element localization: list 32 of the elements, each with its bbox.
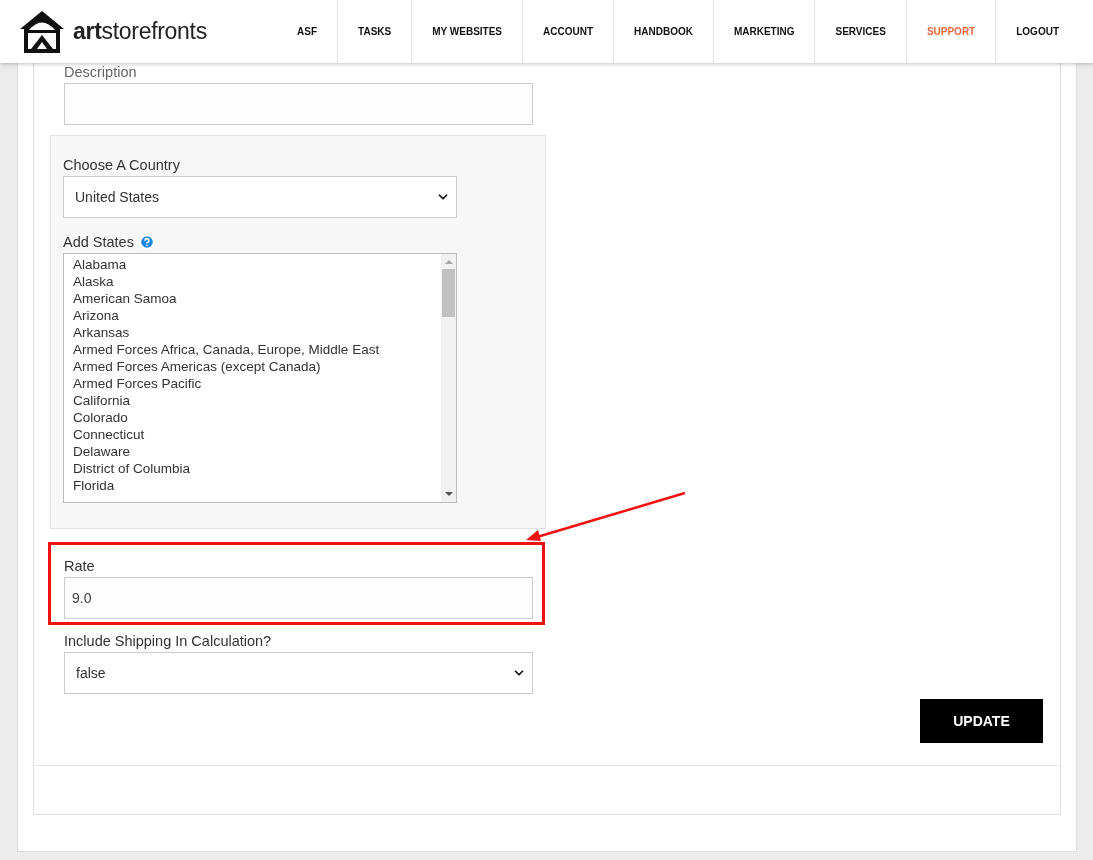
field-label: Include Shipping In Calculation?: [64, 633, 272, 649]
state-option[interactable]: Armed Forces Pacific: [73, 375, 441, 392]
description-field[interactable]: [64, 83, 533, 125]
rate-field[interactable]: 9.0: [64, 577, 533, 619]
state-option[interactable]: Armed Forces Americas (except Canada): [73, 358, 441, 375]
states-listbox[interactable]: [63, 253, 457, 503]
field-label: Rate: [64, 558, 95, 574]
field-label: Choose A Country: [63, 157, 180, 173]
state-option[interactable]: Connecticut: [73, 426, 441, 443]
scrollbar[interactable]: [441, 254, 456, 502]
state-option[interactable]: Alabama: [73, 256, 441, 273]
state-option[interactable]: Armed Forces Africa, Canada, Europe, Middle East: [73, 341, 441, 358]
shipping-select[interactable]: false: [64, 652, 533, 694]
update-button[interactable]: UPDATE: [920, 699, 1043, 743]
state-option[interactable]: California: [73, 392, 441, 409]
state-option[interactable]: Arizona: [73, 307, 441, 324]
field-label: Description: [64, 64, 137, 80]
state-option[interactable]: Colorado: [73, 409, 441, 426]
state-option[interactable]: Alaska: [73, 273, 441, 290]
state-option[interactable]: District of Columbia: [73, 460, 441, 477]
state-option[interactable]: Florida: [73, 477, 441, 494]
help-icon[interactable]: [138, 234, 155, 250]
scroll-down-icon[interactable]: [444, 491, 453, 497]
state-option[interactable]: Delaware: [73, 443, 441, 460]
field-label: Add States: [63, 234, 134, 250]
state-option[interactable]: American Samoa: [73, 290, 441, 307]
scroll-thumb[interactable]: [442, 269, 455, 317]
logo-text: artstorefronts: [73, 18, 207, 45]
state-option[interactable]: Arkansas: [73, 324, 441, 341]
scroll-up-icon[interactable]: [444, 259, 453, 265]
nav-link[interactable]: ASF: [277, 0, 338, 63]
country-select[interactable]: United States: [63, 176, 457, 218]
